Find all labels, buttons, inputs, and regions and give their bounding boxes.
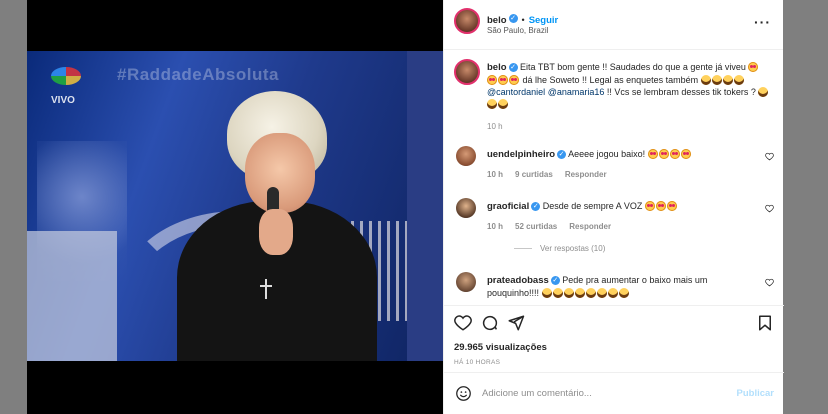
caption-text-3: !! Vcs se lembram desses tik tokers ? bbox=[606, 87, 756, 97]
follow-button[interactable]: Seguir bbox=[529, 15, 559, 26]
post-side-panel: belo ✓ • Seguir São Paulo, Brazil ··· belo ✓… bbox=[443, 0, 784, 414]
channel-logo bbox=[51, 67, 81, 85]
laughing-emoji bbox=[574, 288, 585, 298]
verified-icon: ✓ bbox=[550, 276, 560, 286]
comment-icon[interactable] bbox=[481, 314, 499, 332]
heart-eyes-emoji bbox=[498, 75, 508, 85]
post-modal: VIVO #RaddadeAbsoluta belo ✓ • Seguir São P… bbox=[27, 0, 784, 414]
view-replies-button[interactable]: Ver respostas (10) bbox=[514, 244, 605, 253]
stage-set bbox=[27, 231, 117, 361]
caption-text-1: Eita TBT bom gente !! Saudades do que a … bbox=[520, 62, 746, 72]
like-icon[interactable] bbox=[454, 314, 472, 332]
heart-eyes-emoji bbox=[655, 201, 666, 211]
comment-input[interactable] bbox=[482, 388, 722, 399]
comments-list[interactable]: belo ✓ Eita TBT bom gente !! Saudades do … bbox=[444, 50, 784, 305]
comment-body: Desde de sempre A VOZ bbox=[542, 201, 643, 211]
singer-face bbox=[245, 133, 315, 213]
commenter-avatar[interactable] bbox=[456, 272, 476, 292]
verified-icon: ✓ bbox=[557, 150, 567, 160]
comment-time: 10 h bbox=[487, 170, 504, 179]
post-location[interactable]: São Paulo, Brazil bbox=[487, 26, 548, 35]
commenter-username[interactable]: graoficial bbox=[487, 201, 529, 212]
post-header: belo ✓ • Seguir São Paulo, Brazil ··· bbox=[444, 0, 783, 50]
caption-username[interactable]: belo bbox=[487, 62, 507, 73]
video-frame[interactable]: VIVO #RaddadeAbsoluta bbox=[27, 51, 443, 361]
heart-eyes-emoji bbox=[658, 149, 669, 159]
laughing-emoji bbox=[722, 75, 733, 85]
post-time: HÁ 10 HORAS bbox=[454, 359, 501, 366]
comment-meta: 10 h 9 curtidas Responder bbox=[487, 170, 619, 179]
like-comment-icon[interactable] bbox=[765, 152, 774, 161]
heart-eyes-emoji bbox=[509, 75, 519, 85]
comment-likes[interactable]: 9 curtidas bbox=[515, 170, 553, 179]
comment-text: prateadobass ✓ Pede pra aumentar o baixo … bbox=[487, 274, 757, 299]
commenter-username[interactable]: prateadobass bbox=[487, 275, 549, 286]
video-player[interactable]: VIVO #RaddadeAbsoluta bbox=[27, 0, 443, 414]
heart-eyes-emoji bbox=[680, 149, 691, 159]
laughing-emoji bbox=[487, 99, 497, 109]
verified-icon: ✓ bbox=[508, 14, 518, 24]
caption-avatar[interactable] bbox=[454, 59, 480, 85]
stage-panel bbox=[407, 51, 443, 361]
verified-icon: ✓ bbox=[531, 202, 541, 212]
heart-eyes-emoji bbox=[487, 75, 497, 85]
comment-text: uendelpinheiro ✓ Aeeee jogou baixo! bbox=[487, 148, 757, 161]
laughing-emoji bbox=[700, 75, 711, 85]
commenter-avatar[interactable] bbox=[456, 198, 476, 218]
verified-icon: ✓ bbox=[508, 63, 518, 73]
live-badge: VIVO bbox=[51, 95, 75, 106]
video-watermark: #RaddadeAbsoluta bbox=[117, 65, 279, 84]
laughing-emoji bbox=[563, 288, 574, 298]
laughing-emoji bbox=[607, 288, 618, 298]
cross-pendant-bar bbox=[260, 285, 272, 287]
laughing-emoji bbox=[618, 288, 629, 298]
comment-time: 10 h bbox=[487, 222, 504, 231]
singer-hand bbox=[259, 209, 293, 255]
share-icon[interactable] bbox=[507, 314, 525, 332]
comment-likes[interactable]: 52 curtidas bbox=[515, 222, 557, 231]
laughing-emoji bbox=[596, 288, 607, 298]
reply-button[interactable]: Responder bbox=[569, 222, 611, 231]
comment-meta: 10 h 52 curtidas Responder bbox=[487, 222, 623, 231]
author-avatar[interactable] bbox=[454, 8, 480, 34]
laughing-emoji bbox=[758, 87, 769, 97]
laughing-emoji bbox=[733, 75, 744, 85]
reply-button[interactable]: Responder bbox=[565, 170, 607, 179]
commenter-avatar[interactable] bbox=[456, 146, 476, 166]
mention-link[interactable]: @anamaria16 bbox=[548, 87, 605, 97]
mention-link[interactable]: @cantordaniel bbox=[487, 87, 545, 97]
publish-button[interactable]: Publicar bbox=[737, 388, 775, 399]
heart-eyes-emoji bbox=[644, 201, 655, 211]
save-icon[interactable] bbox=[756, 314, 774, 332]
heart-eyes-emoji bbox=[666, 201, 677, 211]
comment-composer: Publicar bbox=[444, 372, 784, 414]
heart-eyes-emoji bbox=[748, 62, 759, 72]
laughing-emoji bbox=[498, 99, 508, 109]
comment-body: Aeeee jogou baixo! bbox=[568, 149, 646, 159]
author-username[interactable]: belo bbox=[487, 15, 507, 26]
caption-time: 10 h bbox=[487, 122, 503, 131]
heart-eyes-emoji bbox=[647, 149, 658, 159]
cross-pendant bbox=[265, 279, 267, 299]
commenter-username[interactable]: uendelpinheiro bbox=[487, 149, 555, 160]
laughing-emoji bbox=[541, 288, 552, 298]
like-comment-icon[interactable] bbox=[765, 204, 774, 213]
caption-text-2: dá lhe Soweto !! Legal as enquetes també… bbox=[522, 75, 699, 85]
like-comment-icon[interactable] bbox=[765, 278, 774, 287]
laughing-emoji bbox=[585, 288, 596, 298]
laughing-emoji bbox=[552, 288, 563, 298]
laughing-emoji bbox=[711, 75, 722, 85]
emoji-picker-icon[interactable] bbox=[455, 385, 472, 402]
more-options-icon[interactable]: ··· bbox=[754, 14, 771, 30]
separator-dot: • bbox=[521, 15, 525, 25]
view-count[interactable]: 29.965 visualizações bbox=[454, 342, 547, 353]
heart-eyes-emoji bbox=[669, 149, 680, 159]
caption: belo ✓ Eita TBT bom gente !! Saudades do … bbox=[487, 61, 772, 110]
comment-text: graoficial ✓ Desde de sempre A VOZ bbox=[487, 200, 757, 213]
